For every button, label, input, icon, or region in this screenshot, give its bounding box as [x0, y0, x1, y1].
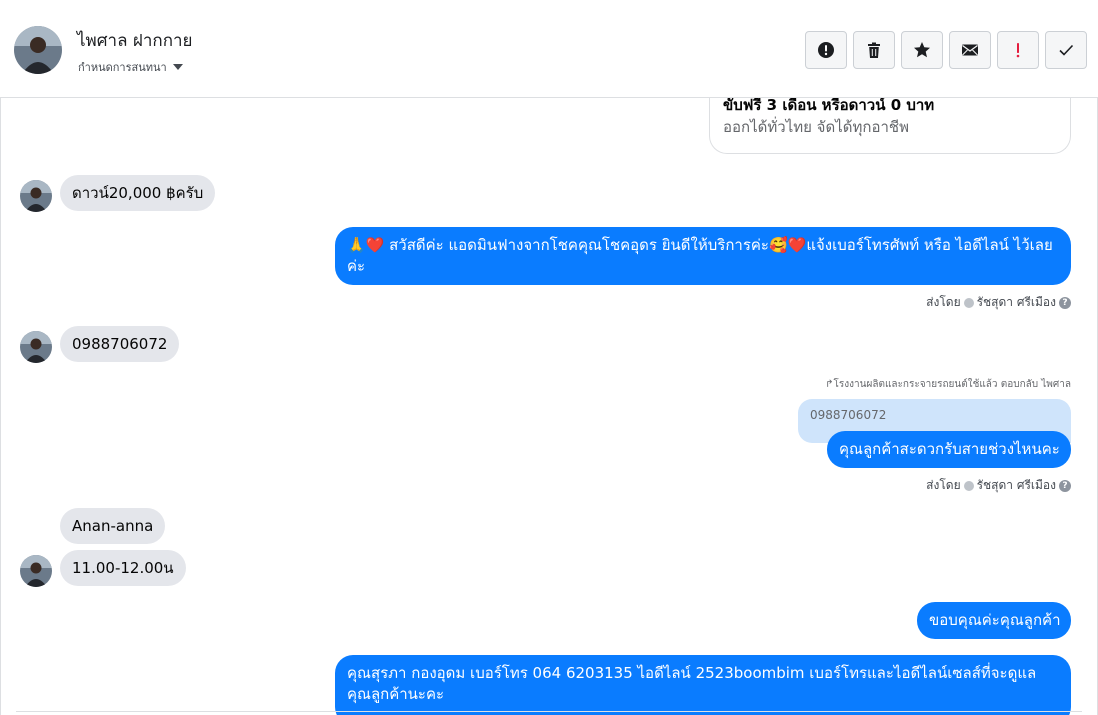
checkmark-icon — [1059, 44, 1074, 56]
sent-by-prefix: ส่งโดย — [926, 478, 961, 492]
agent-avatar-icon — [963, 297, 974, 308]
message-incoming[interactable]: ดาวน์20,000 ฿ครับ — [60, 175, 216, 211]
ad-card-subtitle: ออกได้ทั่วไทย จัดได้ทุกอาชีพ — [723, 118, 909, 136]
conversation-toolbar — [805, 31, 1087, 69]
message-outgoing[interactable]: 🙏❤️ สวัสดีค่ะ แอดมินฟางจากโชคคุณโชคอุดร … — [335, 227, 1071, 285]
assign-conversation-label: กำหนดการสนทนา — [78, 61, 167, 74]
delete-button[interactable] — [853, 31, 895, 69]
message-thread[interactable]: ขับฟรี 3 เดือน หรือดาวน์ 0 บาท ออกได้ทั่… — [0, 98, 1098, 715]
caret-down-icon — [172, 64, 183, 70]
agent-avatar-icon — [963, 480, 974, 491]
sender-avatar — [20, 331, 52, 363]
conversation-header: ไพศาล ฝากกาย กำหนดการสนทนา — [0, 0, 1098, 98]
important-button[interactable] — [997, 31, 1039, 69]
help-icon[interactable]: ? — [1059, 479, 1071, 492]
composer-divider — [16, 711, 1082, 715]
sent-by-label: ส่งโดย รัชสุดา ศรีเมือง ? — [926, 476, 1071, 495]
message-incoming[interactable]: 11.00-12.00น — [60, 550, 186, 586]
star-icon — [914, 42, 930, 58]
sender-avatar — [20, 180, 52, 212]
message-incoming[interactable]: 0988706072 — [60, 326, 180, 362]
mark-done-button[interactable] — [1045, 31, 1087, 69]
ad-card[interactable]: ขับฟรี 3 เดือน หรือดาวน์ 0 บาท ออกได้ทั่… — [709, 98, 1071, 154]
spam-button[interactable] — [805, 31, 847, 69]
exclamation-icon — [1016, 43, 1020, 58]
assign-conversation-dropdown[interactable]: กำหนดการสนทนา — [78, 58, 183, 76]
sender-avatar — [20, 555, 52, 587]
trash-icon — [868, 42, 880, 58]
sent-by-label: ส่งโดย รัชสุดา ศรีเมือง ? — [926, 293, 1071, 312]
help-icon[interactable]: ? — [1059, 296, 1071, 309]
sent-by-agent[interactable]: รัชสุดา ศรีเมือง — [977, 293, 1056, 312]
contact-avatar[interactable] — [14, 26, 62, 74]
star-button[interactable] — [901, 31, 943, 69]
reply-context-note: ↱โรงงานผลิตและกระจายรถยนต์ใช้แล้ว ตอบกลั… — [825, 379, 1071, 390]
envelope-icon — [962, 44, 978, 56]
mark-unread-button[interactable] — [949, 31, 991, 69]
contact-name[interactable]: ไพศาล ฝากกาย — [77, 27, 193, 54]
alert-circle-icon — [818, 42, 834, 58]
sent-by-prefix: ส่งโดย — [926, 295, 961, 309]
message-incoming[interactable]: Anan-anna — [60, 508, 166, 544]
message-outgoing[interactable]: คุณลูกค้าสะดวกรับสายช่วงไหนคะ — [827, 431, 1071, 468]
message-outgoing[interactable]: คุณสุรภา กองอุดม เบอร์โทร 064 6203135 ไอ… — [335, 655, 1071, 715]
sent-by-agent[interactable]: รัชสุดา ศรีเมือง — [977, 476, 1056, 495]
message-outgoing[interactable]: ขอบคุณค่ะคุณลูกค้า — [917, 602, 1071, 639]
